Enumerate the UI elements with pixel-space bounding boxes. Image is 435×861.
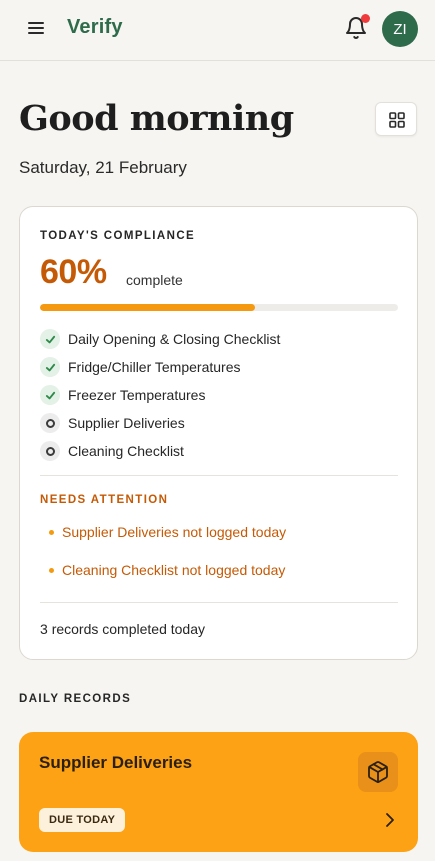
check-icon <box>40 329 60 349</box>
top-bar: Verify ZI <box>0 0 435 61</box>
checklist-item-label: Fridge/Chiller Temperatures <box>68 359 241 375</box>
chevron-right-icon[interactable] <box>384 812 396 828</box>
attention-item-text: Cleaning Checklist not logged today <box>62 562 286 578</box>
records-completed: 3 records completed today <box>40 621 205 637</box>
notification-dot <box>361 14 370 23</box>
divider <box>40 475 398 476</box>
compliance-card: TODAY'S COMPLIANCE 60% complete Daily Op… <box>19 206 418 660</box>
menu-icon[interactable] <box>28 20 46 36</box>
checklist-item-label: Daily Opening & Closing Checklist <box>68 331 281 347</box>
circle-icon <box>40 441 60 461</box>
box-icon <box>358 752 398 792</box>
page-title: Good morning <box>19 98 294 139</box>
checklist-item[interactable]: Daily Opening & Closing Checklist <box>40 327 398 355</box>
attention-item-text: Supplier Deliveries not logged today <box>62 524 287 540</box>
check-icon <box>40 385 60 405</box>
compliance-checklist: Daily Opening & Closing Checklist Fridge/… <box>40 327 398 467</box>
checklist-item-label: Supplier Deliveries <box>68 415 185 431</box>
grid-icon <box>389 112 405 128</box>
checklist-item[interactable]: Cleaning Checklist <box>40 439 398 467</box>
due-today-badge: DUE TODAY <box>39 808 126 832</box>
records-text: records completed today <box>51 621 205 637</box>
needs-attention-label: NEEDS ATTENTION <box>40 494 169 506</box>
bullet-dot <box>49 530 54 535</box>
checklist-item[interactable]: Supplier Deliveries <box>40 411 398 439</box>
circle-icon <box>40 413 60 433</box>
record-card-supplier-deliveries[interactable]: Supplier Deliveries DUE TODAY <box>19 732 418 852</box>
compliance-progress-bar <box>40 304 398 311</box>
bullet-dot <box>49 568 54 573</box>
checklist-item[interactable]: Fridge/Chiller Temperatures <box>40 355 398 383</box>
avatar[interactable]: ZI <box>382 11 418 47</box>
compliance-percent-suffix: complete <box>126 272 183 288</box>
current-date: Saturday, 21 February <box>19 158 187 177</box>
compliance-percent: 60% <box>40 253 107 291</box>
grid-view-button[interactable] <box>375 102 417 136</box>
checklist-item-label: Freezer Temperatures <box>68 387 206 403</box>
compliance-progress-fill <box>40 304 255 311</box>
check-icon <box>40 357 60 377</box>
records-count: 3 <box>40 621 48 637</box>
compliance-label: TODAY'S COMPLIANCE <box>40 230 196 242</box>
divider <box>40 602 398 603</box>
brand-name[interactable]: Verify <box>67 16 123 39</box>
record-card-title: Supplier Deliveries <box>39 753 193 772</box>
checklist-item-label: Cleaning Checklist <box>68 443 184 459</box>
checklist-item[interactable]: Freezer Temperatures <box>40 383 398 411</box>
daily-records-label: DAILY RECORDS <box>19 693 132 705</box>
